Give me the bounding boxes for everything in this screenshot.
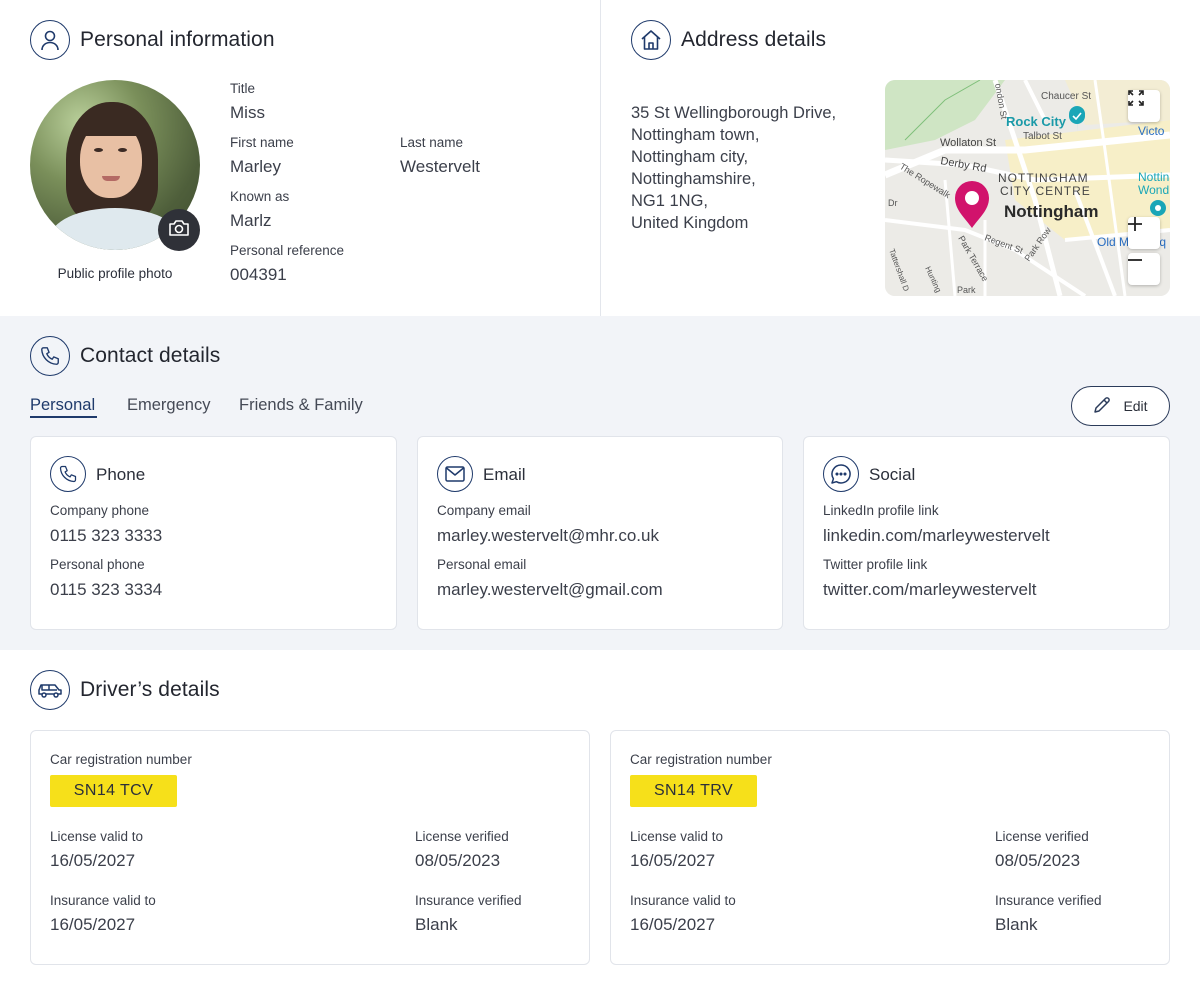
address-map[interactable]: Chaucer St Rock City Talbot St Victo Wol… — [885, 80, 1170, 296]
insurance-verified-value: Blank — [995, 915, 1038, 934]
license-valid-value: 16/05/2027 — [50, 851, 136, 870]
social-card-title: Social — [869, 465, 916, 484]
address-line: NG1 1NG, — [631, 192, 709, 210]
map-label-wollaton: Wollaton St — [940, 137, 996, 149]
email-card: Email Company email marley.westervelt@mh… — [417, 436, 783, 630]
phone-icon — [50, 456, 86, 492]
map-label-dr: Dr — [888, 198, 898, 208]
zoom-in-button[interactable] — [1128, 217, 1160, 249]
map-label-wonder-2: Wond — [1138, 183, 1169, 197]
car-icon — [30, 670, 70, 710]
personal-information-title: Personal information — [80, 28, 275, 51]
company-email-label: Company email — [437, 503, 531, 518]
car-registration-label: Car registration number — [50, 752, 192, 767]
tab-emergency[interactable]: Emergency — [127, 396, 210, 415]
first-name-value: Marley — [230, 157, 282, 176]
title-label: Title — [230, 81, 256, 96]
map-label-centre-2: CITY CENTRE — [1000, 184, 1091, 198]
known-as-value: Marlz — [230, 211, 272, 230]
address-line: Nottinghamshire, — [631, 170, 756, 188]
company-phone-label: Company phone — [50, 503, 150, 518]
map-label-nottingham: Nottingham — [1004, 202, 1098, 221]
camera-icon — [168, 219, 190, 242]
pencil-icon — [1093, 396, 1111, 417]
tab-personal[interactable]: Personal — [30, 396, 95, 415]
address-text: 35 St Wellingborough Drive, Nottingham t… — [631, 102, 836, 234]
contact-details-title: Contact details — [80, 344, 221, 367]
map-label-chaucer: Chaucer St — [1041, 91, 1091, 102]
last-name-value: Westervelt — [400, 157, 480, 176]
personal-email-label: Personal email — [437, 557, 527, 572]
photo-caption: Public profile photo — [57, 266, 173, 281]
insurance-valid-value: 16/05/2027 — [50, 915, 136, 934]
map-label-victoria: Victo — [1138, 124, 1165, 138]
personal-phone-label: Personal phone — [50, 557, 145, 572]
linkedin-link[interactable]: linkedin.com/marleywestervelt — [823, 526, 1050, 546]
license-verified-value: 08/05/2023 — [415, 851, 501, 870]
phone-card-title: Phone — [96, 465, 146, 484]
map-label-park: Park — [957, 285, 976, 295]
registration-plate: SN14 TRV — [630, 775, 757, 807]
tab-friends-family[interactable]: Friends & Family — [239, 396, 363, 415]
license-verified-label: License verified — [415, 829, 509, 844]
license-valid-label: License valid to — [50, 829, 144, 844]
insurance-verified-label: Insurance verified — [415, 893, 522, 908]
map-label-old-market: Old M — [1097, 235, 1129, 249]
title-value: Miss — [230, 103, 265, 122]
address-details-title: Address details — [681, 28, 827, 51]
home-icon — [631, 20, 671, 60]
drivers-details-title: Driver’s details — [80, 678, 220, 701]
expand-map-button[interactable] — [1128, 90, 1160, 122]
edit-button[interactable]: Edit — [1071, 386, 1170, 426]
license-verified-label: License verified — [995, 829, 1089, 844]
address-line: 35 St Wellingborough Drive, — [631, 104, 837, 122]
map-label-wonder-1: Nottin — [1138, 170, 1169, 184]
known-as-label: Known as — [230, 189, 290, 204]
personal-information-section: Personal information Public profile phot… — [0, 0, 600, 316]
personal-reference-label: Personal reference — [230, 243, 345, 258]
address-line: Nottingham city, — [631, 148, 749, 166]
zoom-out-button[interactable] — [1128, 253, 1160, 285]
drivers-details-section: Driver’s details Car registration number… — [0, 650, 1200, 985]
insurance-valid-label: Insurance valid to — [630, 893, 736, 908]
address-line: Nottingham town, — [631, 126, 760, 144]
driver-card: Car registration number SN14 TCV License… — [30, 730, 590, 965]
insurance-verified-value: Blank — [415, 915, 458, 934]
company-email-value[interactable]: marley.westervelt@mhr.co.uk — [437, 526, 659, 546]
phone-card: Phone Company phone 0115 323 3333 Person… — [30, 436, 397, 630]
insurance-verified-label: Insurance verified — [995, 893, 1102, 908]
change-photo-button[interactable] — [158, 209, 200, 251]
edit-button-label: Edit — [1123, 398, 1148, 414]
company-phone-value[interactable]: 0115 323 3333 — [50, 526, 162, 546]
contact-details-section: Contact details Personal Emergency Frien… — [0, 316, 1200, 650]
envelope-icon — [437, 456, 473, 492]
license-valid-value: 16/05/2027 — [630, 851, 716, 870]
first-name-label: First name — [230, 135, 294, 150]
license-verified-value: 08/05/2023 — [995, 851, 1081, 870]
social-card: Social LinkedIn profile link linkedin.co… — [803, 436, 1170, 630]
phone-icon — [30, 336, 70, 376]
license-valid-label: License valid to — [630, 829, 724, 844]
last-name-label: Last name — [400, 135, 464, 150]
personal-reference-value: 004391 — [230, 265, 287, 284]
map-label-talbot: Talbot St — [1023, 131, 1062, 142]
map-label-centre-1: NOTTINGHAM — [998, 171, 1089, 185]
active-tab-indicator — [30, 416, 97, 418]
chat-bubble-icon — [823, 456, 859, 492]
car-registration-label: Car registration number — [630, 752, 772, 767]
driver-card: Car registration number SN14 TRV License… — [610, 730, 1170, 965]
address-details-section: Address details 35 St Wellingborough Dri… — [601, 0, 1200, 316]
registration-plate: SN14 TCV — [50, 775, 177, 807]
insurance-valid-label: Insurance valid to — [50, 893, 156, 908]
linkedin-label: LinkedIn profile link — [823, 503, 939, 518]
map-label-rock-city: Rock City — [1006, 114, 1067, 129]
insurance-valid-value: 16/05/2027 — [630, 915, 716, 934]
person-icon — [30, 20, 70, 60]
address-line: United Kingdom — [631, 214, 749, 232]
twitter-label: Twitter profile link — [823, 557, 928, 572]
personal-email-value[interactable]: marley.westervelt@gmail.com — [437, 580, 663, 600]
email-card-title: Email — [483, 465, 526, 484]
twitter-link[interactable]: twitter.com/marleywestervelt — [823, 580, 1037, 600]
personal-phone-value[interactable]: 0115 323 3334 — [50, 580, 162, 600]
